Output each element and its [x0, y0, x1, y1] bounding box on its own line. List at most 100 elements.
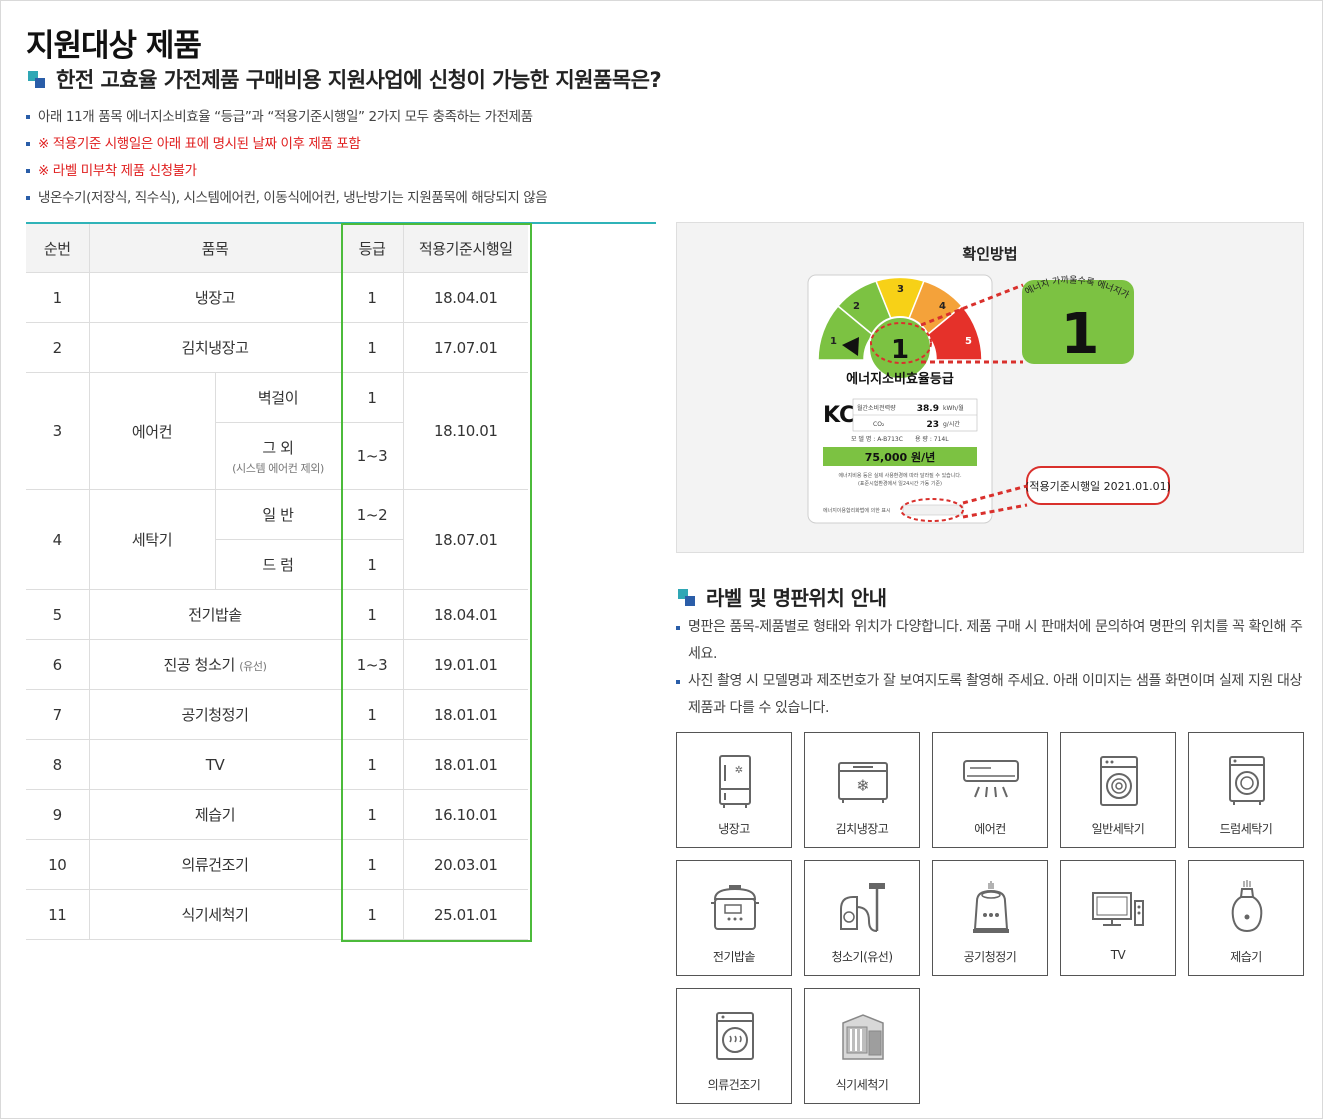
gauge-number-2: 2 [853, 301, 860, 312]
cell-no: 10 [26, 839, 89, 890]
note-item-warning: ※ 라벨 미부착 제품 신청불가 [26, 160, 547, 187]
cell-date: 18.04.01 [402, 272, 528, 323]
note-item-warning: ※ 적용기준 시행일은 아래 표에 명시된 날짜 이후 제품 포함 [26, 133, 547, 160]
cell-date: 18.01.01 [402, 689, 528, 740]
cell-item: 제습기 [88, 789, 341, 840]
cell-date: 19.01.01 [402, 639, 528, 690]
svg-text:❄: ❄ [856, 776, 869, 795]
product-tile-vacuum-cleaner[interactable]: 청소기(유선) [804, 860, 920, 976]
product-tile-drum-washer[interactable]: 드럼세탁기 [1188, 732, 1304, 848]
product-tile-kimchi-refrigerator[interactable]: ❄ 김치냉장고 [804, 732, 920, 848]
product-tile-refrigerator[interactable]: ✲ 냉장고 [676, 732, 792, 848]
page-title: 지원대상 제품 [26, 28, 202, 64]
product-tile-rice-cooker[interactable]: 전기밥솥 [676, 860, 792, 976]
cell-item: 김치냉장고 [88, 322, 341, 373]
product-tile-clothes-dryer[interactable]: 의류건조기 [676, 988, 792, 1104]
cell-no: 11 [26, 889, 89, 940]
label-capacity: 용 량 : 714L [915, 436, 949, 443]
refrigerator-icon: ✲ [719, 755, 751, 808]
notes-list: 아래 11개 품목 에너지소비효율 “등급”과 “적용기준시행일” 2가지 모두… [26, 106, 548, 214]
item-note: (유선) [239, 660, 267, 673]
square-bullet-icon [678, 589, 696, 607]
energy-label-illustration: 1 2 3 4 5 1 에너지소비효율등급 KC 월간소비전력량 38.9 kW… [677, 223, 1171, 524]
header-no: 순번 [26, 224, 89, 273]
table-row: 3 에어컨 벽걸이 1 18.10.01 [26, 372, 528, 490]
label-location-heading: 라벨 및 명판위치 안내 [678, 582, 887, 611]
confirm-method-panel: 확인방법 1 2 3 4 5 1 에너지소비효율등급 KC 월간소비전력량 38… [676, 222, 1304, 553]
subitem-name: 그 외 [262, 438, 294, 457]
kimchi-refrigerator-icon: ❄ [838, 762, 888, 803]
label-row-value: 38.9 [917, 404, 939, 414]
support-items-table: 순번 품목 등급 적용기준시행일 1 냉장고 1 18.04.01 2 김치냉장… [26, 224, 528, 940]
label-footer: 에너지이용합리화법에 의한 표시 [823, 507, 891, 514]
square-bullet-icon [28, 71, 46, 89]
cell-grade: 1~2 [340, 489, 403, 540]
product-label: 김치냉장고 [835, 822, 889, 836]
header-date: 적용기준시행일 [402, 224, 528, 273]
gauge-grade-number: 1 [891, 335, 909, 365]
cell-subitem: 그 외 (시스템 에어컨 제외) [214, 422, 341, 490]
label-row-label: CO₂ [873, 421, 885, 428]
cell-grade: 1 [340, 739, 403, 790]
cell-item: 식기세척기 [88, 889, 341, 940]
cell-subitem: 벽걸이 [214, 372, 341, 423]
note-item: 명판은 품목-제품별로 형태와 위치가 다양합니다. 제품 구매 시 판매처에 … [676, 614, 1306, 668]
cell-item: TV [88, 739, 341, 790]
cell-no: 2 [26, 322, 89, 373]
cell-grade: 1 [340, 322, 403, 373]
product-label: 공기청정기 [963, 950, 1017, 964]
label-row-value: 23 [926, 420, 939, 430]
product-label: 일반세탁기 [1091, 822, 1145, 836]
label-row-unit: kWh/월 [943, 404, 964, 412]
header-grade: 등급 [340, 224, 403, 273]
cell-date: 18.07.01 [402, 489, 528, 590]
cell-grade: 1 [340, 889, 403, 940]
product-tile-air-purifier[interactable]: 공기청정기 [932, 860, 1048, 976]
product-label: 드럼세탁기 [1219, 822, 1273, 836]
table-row: 9 제습기 1 16.10.01 [26, 789, 528, 840]
cell-no: 4 [26, 489, 89, 590]
dehumidifier-icon [1231, 880, 1263, 933]
cell-item: 공기청정기 [88, 689, 341, 740]
cell-grade: 1 [340, 272, 403, 323]
cell-item: 의류건조기 [88, 839, 341, 890]
drum-washer-icon [1229, 756, 1265, 805]
product-tile-air-conditioner[interactable]: 에어컨 [932, 732, 1048, 848]
product-tile-tv[interactable]: TV [1060, 860, 1176, 976]
zoomed-grade-number: 1 [1061, 302, 1100, 367]
cell-item: 에어컨 [88, 372, 215, 490]
product-tile-dehumidifier[interactable]: 제습기 [1188, 860, 1304, 976]
cell-subitem: 일 반 [214, 489, 341, 540]
item-name: 진공 청소기 [163, 656, 236, 674]
cell-date: 20.03.01 [402, 839, 528, 890]
table-row: 10 의류건조기 1 20.03.01 [26, 839, 528, 890]
header-item: 품목 [88, 224, 341, 273]
product-tile-dishwasher[interactable]: 식기세척기 [804, 988, 920, 1104]
gauge-number-3: 3 [897, 284, 904, 295]
cell-date: 17.07.01 [402, 322, 528, 373]
product-label: 의류건조기 [707, 1078, 761, 1092]
cell-no: 7 [26, 689, 89, 740]
cell-date: 18.10.01 [402, 372, 528, 490]
product-label: 식기세척기 [835, 1078, 889, 1092]
cell-item: 세탁기 [88, 489, 215, 590]
label-row-unit: g/시간 [943, 420, 960, 428]
product-label: 에어컨 [974, 822, 1006, 836]
air-purifier-icon [973, 881, 1009, 933]
svg-text:✲: ✲ [735, 765, 743, 776]
product-label: 냉장고 [718, 822, 750, 836]
cell-no: 3 [26, 372, 89, 490]
table-row: 4 세탁기 일 반 1~2 18.07.01 [26, 489, 528, 590]
cell-grade: 1 [340, 839, 403, 890]
table-row: 2 김치냉장고 1 17.07.01 [26, 322, 528, 373]
note-item: 사진 촬영 시 모델명과 제조번호가 잘 보여지도록 촬영해 주세요. 아래 이… [676, 668, 1306, 722]
air-conditioner-icon [963, 760, 1019, 798]
cell-grade: 1 [340, 589, 403, 640]
label-fine-print: 에너지비용 등은 실제 사용환경에 따라 달라질 수 있습니다. [838, 472, 962, 479]
product-tile-top-load-washer[interactable]: 일반세탁기 [1060, 732, 1176, 848]
table-row: 7 공기청정기 1 18.01.01 [26, 689, 528, 740]
cell-subitem: 드 럼 [214, 539, 341, 590]
cell-no: 6 [26, 639, 89, 690]
cell-grade: 1~3 [340, 422, 403, 490]
cell-grade: 1 [340, 539, 403, 590]
